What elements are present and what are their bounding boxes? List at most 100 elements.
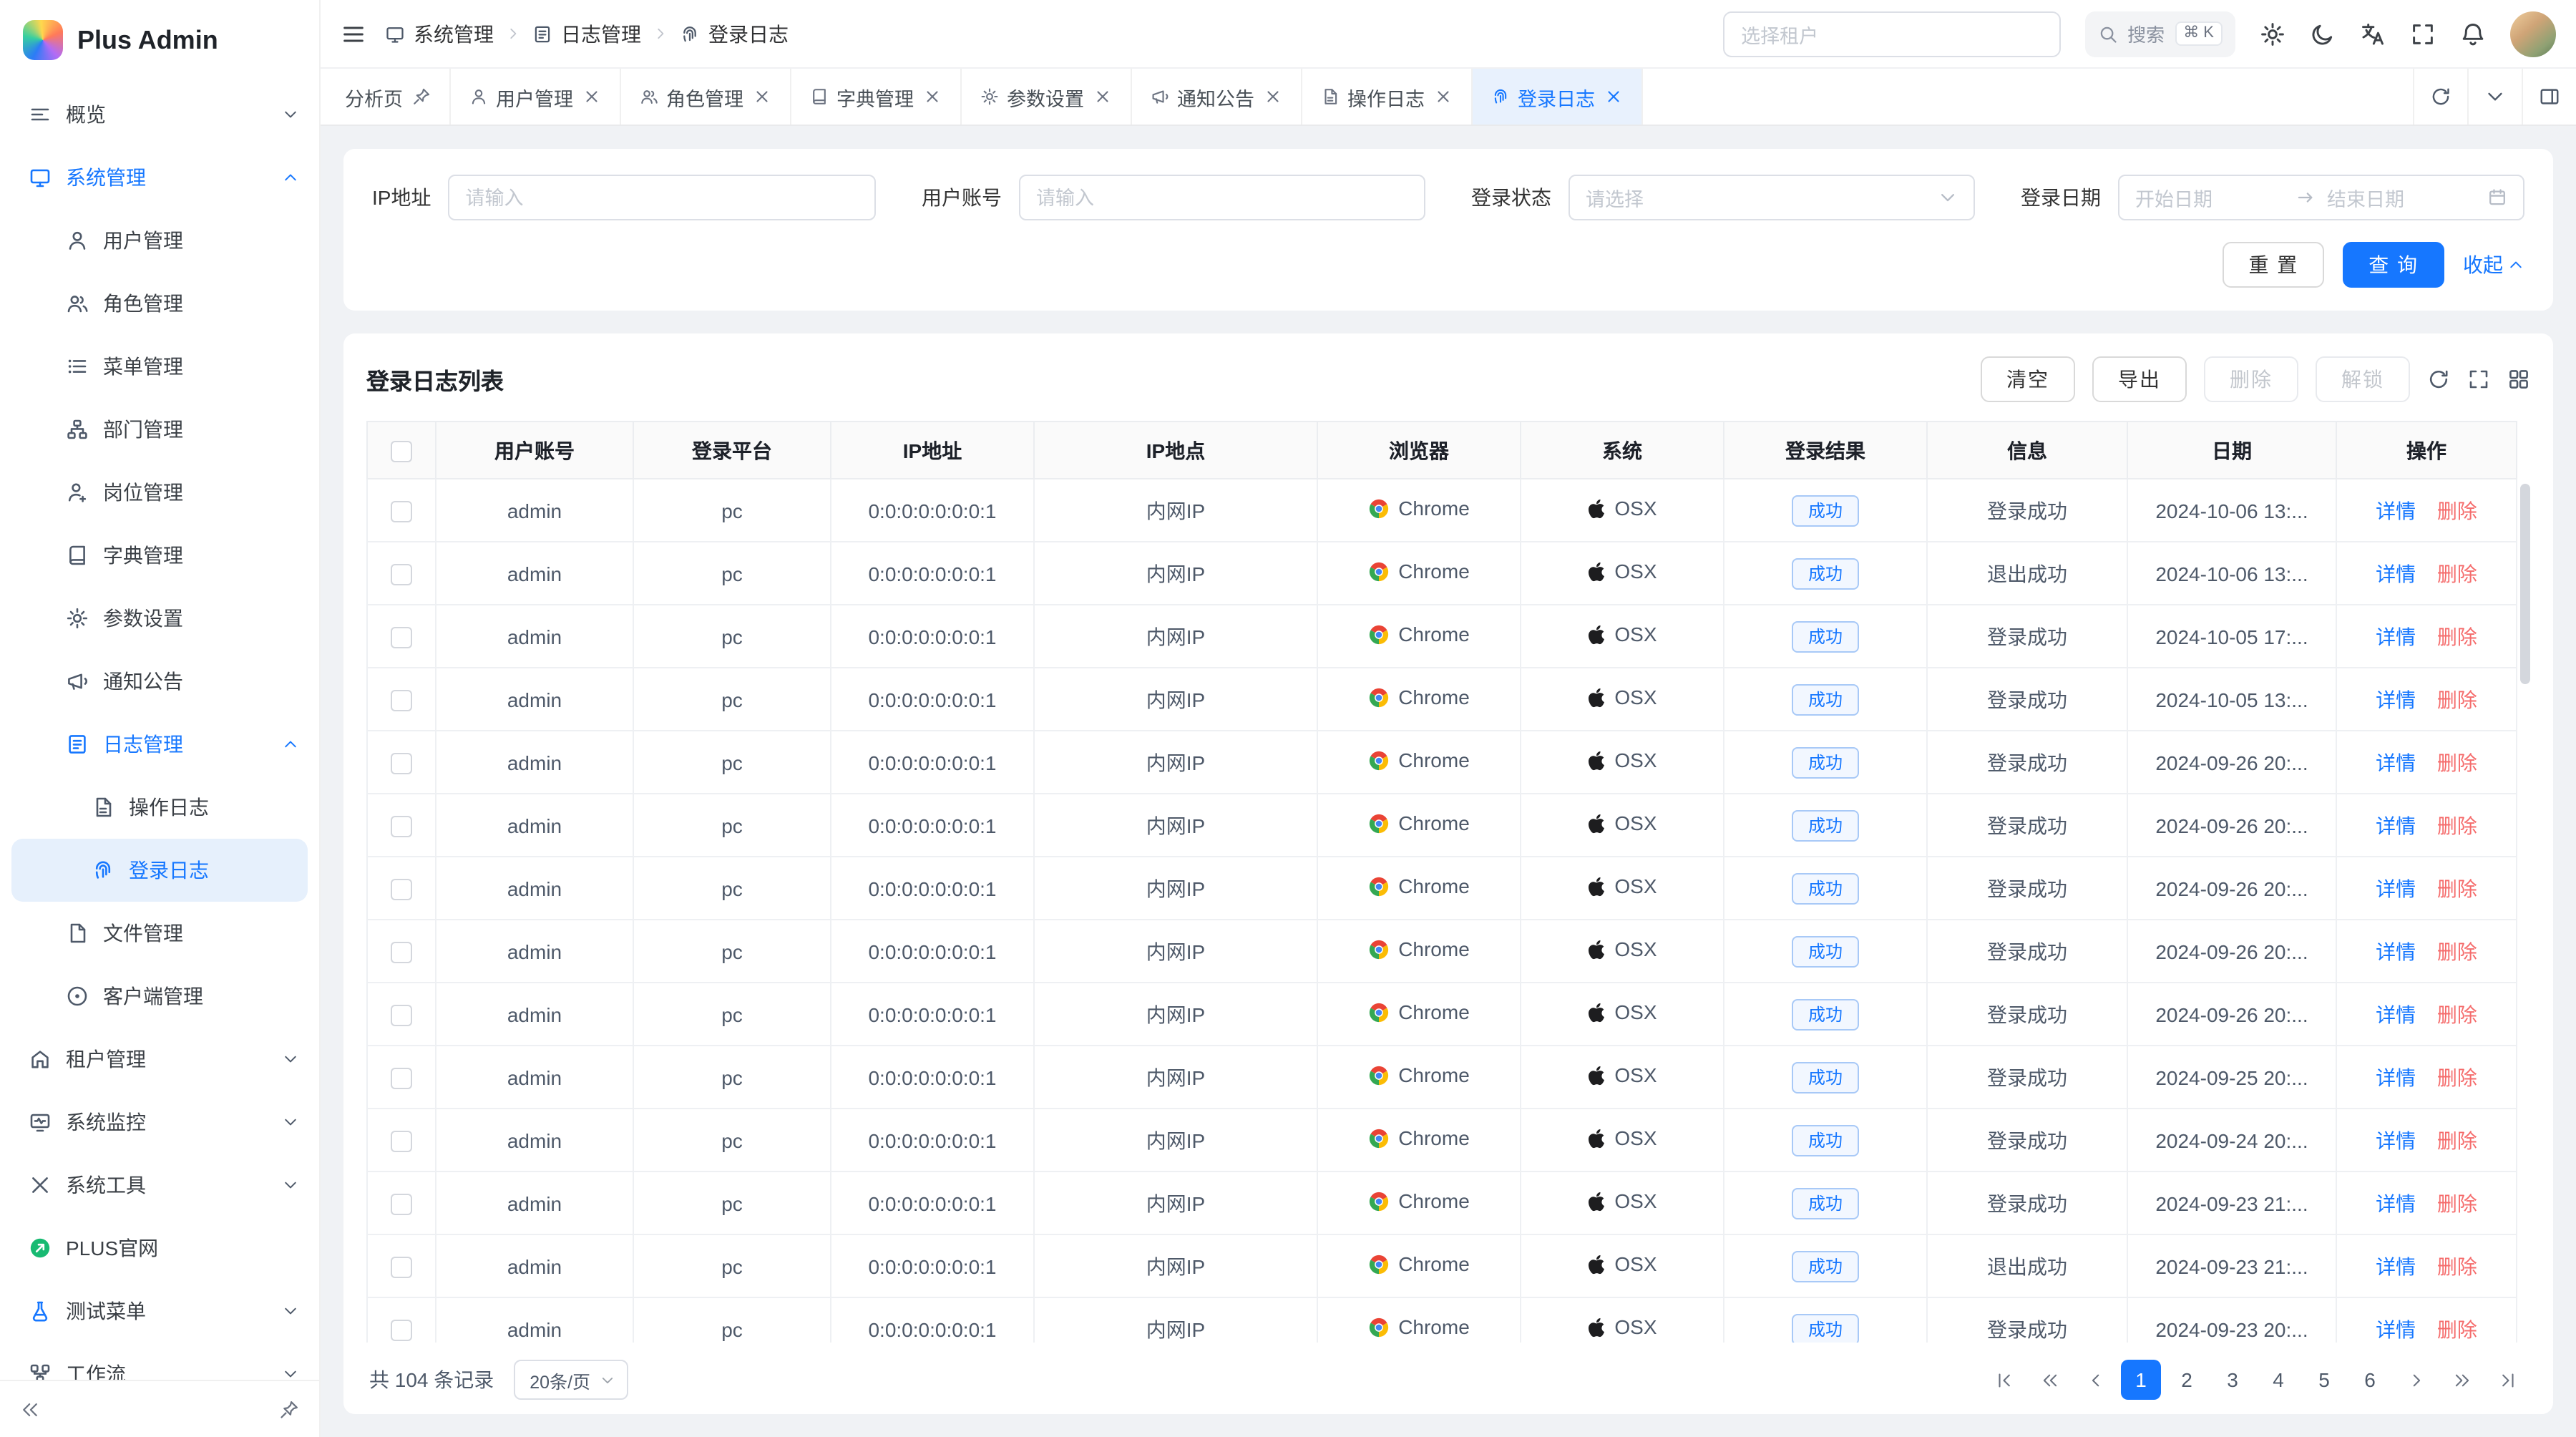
close-icon[interactable] — [1263, 87, 1282, 106]
close-icon[interactable] — [582, 87, 600, 106]
column-header[interactable]: 用户账号 — [436, 422, 633, 479]
sidebar-item[interactable]: 菜单管理 — [0, 335, 319, 398]
detail-link[interactable]: 详情 — [2376, 1003, 2416, 1026]
breadcrumb-item[interactable]: 日志管理 — [532, 19, 641, 48]
next-group-button[interactable] — [2441, 1360, 2482, 1400]
app-logo[interactable]: Plus Admin — [0, 0, 319, 80]
delete-link[interactable]: 删除 — [2437, 814, 2477, 837]
prev-group-button[interactable] — [2029, 1360, 2069, 1400]
breadcrumb-item[interactable]: 系统管理 — [385, 19, 494, 48]
sidebar-item[interactable]: 客户端管理 — [0, 965, 319, 1028]
detail-link[interactable]: 详情 — [2376, 562, 2416, 585]
delete-link[interactable]: 删除 — [2437, 562, 2477, 585]
delete-link[interactable]: 删除 — [2437, 1317, 2477, 1340]
detail-link[interactable]: 详情 — [2376, 625, 2416, 648]
page-5-button[interactable]: 5 — [2304, 1360, 2344, 1400]
row-checkbox[interactable] — [391, 1257, 412, 1278]
column-header[interactable]: 日期 — [2127, 422, 2336, 479]
tab[interactable]: 用户管理 — [450, 69, 620, 125]
sidebar-item[interactable]: 参数设置 — [0, 587, 319, 650]
delete-link[interactable]: 删除 — [2437, 940, 2477, 963]
sidebar-item[interactable]: 文件管理 — [0, 902, 319, 965]
tab[interactable]: 操作日志 — [1302, 69, 1472, 125]
detail-link[interactable]: 详情 — [2376, 940, 2416, 963]
sidebar-item[interactable]: 系统监控 — [0, 1091, 319, 1154]
detail-link[interactable]: 详情 — [2376, 1317, 2416, 1340]
detail-link[interactable]: 详情 — [2376, 688, 2416, 711]
ip-input[interactable] — [448, 175, 876, 220]
page-6-button[interactable]: 6 — [2350, 1360, 2390, 1400]
delete-link[interactable]: 删除 — [2437, 877, 2477, 900]
row-checkbox[interactable] — [391, 690, 412, 711]
sidebar-item[interactable]: 工作流 — [0, 1343, 319, 1380]
sidebar-item[interactable]: 操作日志 — [0, 776, 319, 839]
delete-link[interactable]: 删除 — [2437, 1192, 2477, 1214]
row-checkbox[interactable] — [391, 816, 412, 837]
detail-link[interactable]: 详情 — [2376, 1192, 2416, 1214]
sidebar-item[interactable]: 租户管理 — [0, 1028, 319, 1091]
page-2-button[interactable]: 2 — [2167, 1360, 2207, 1400]
sidebar-item[interactable]: 概览 — [0, 83, 319, 146]
sidebar-item[interactable]: PLUS官网 — [0, 1217, 319, 1280]
column-settings-icon[interactable] — [2507, 368, 2530, 391]
account-input[interactable] — [1019, 175, 1425, 220]
status-select[interactable]: 请选择 — [1568, 175, 1975, 220]
dark-mode-icon[interactable] — [2310, 21, 2336, 47]
row-checkbox[interactable] — [391, 1005, 412, 1026]
next-page-button[interactable] — [2396, 1360, 2436, 1400]
page-1-button[interactable]: 1 — [2121, 1360, 2161, 1400]
row-checkbox[interactable] — [391, 501, 412, 522]
sidebar-item[interactable]: 日志管理 — [0, 713, 319, 776]
last-page-button[interactable] — [2487, 1360, 2527, 1400]
hamburger-icon[interactable] — [341, 21, 366, 47]
page-4-button[interactable]: 4 — [2258, 1360, 2298, 1400]
sidebar-item[interactable]: 系统管理 — [0, 146, 319, 209]
sidebar-item[interactable]: 登录日志 — [11, 839, 308, 902]
refresh-tabs-icon[interactable] — [2413, 69, 2467, 125]
query-button[interactable]: 查 询 — [2343, 242, 2444, 288]
row-checkbox[interactable] — [391, 1068, 412, 1089]
delete-button[interactable]: 删除 — [2204, 356, 2298, 402]
detail-link[interactable]: 详情 — [2376, 1129, 2416, 1151]
reset-button[interactable]: 重 置 — [2223, 242, 2324, 288]
close-icon[interactable] — [1604, 87, 1622, 106]
detail-link[interactable]: 详情 — [2376, 1255, 2416, 1277]
sidebar-item[interactable]: 通知公告 — [0, 650, 319, 713]
table-scrollbar[interactable] — [2520, 484, 2530, 684]
delete-link[interactable]: 删除 — [2437, 1255, 2477, 1277]
breadcrumb-item[interactable]: 登录日志 — [680, 19, 789, 48]
row-checkbox[interactable] — [391, 1131, 412, 1152]
settings-icon[interactable] — [2260, 21, 2285, 47]
notifications-icon[interactable] — [2460, 21, 2486, 47]
row-checkbox[interactable] — [391, 1320, 412, 1341]
delete-link[interactable]: 删除 — [2437, 625, 2477, 648]
refresh-table-icon[interactable] — [2427, 368, 2450, 391]
column-header[interactable]: 登录结果 — [1724, 422, 1927, 479]
tab[interactable]: 字典管理 — [791, 69, 961, 125]
collapse-sidebar-icon[interactable] — [20, 1399, 40, 1419]
row-checkbox[interactable] — [391, 564, 412, 585]
tab[interactable]: 通知公告 — [1131, 69, 1302, 125]
close-icon[interactable] — [922, 87, 941, 106]
detail-link[interactable]: 详情 — [2376, 877, 2416, 900]
sidebar-item[interactable]: 测试菜单 — [0, 1280, 319, 1343]
layout-panel-icon[interactable] — [2522, 69, 2576, 125]
column-header[interactable]: 系统 — [1521, 422, 1724, 479]
detail-link[interactable]: 详情 — [2376, 751, 2416, 774]
row-checkbox[interactable] — [391, 879, 412, 900]
clear-button[interactable]: 清空 — [1981, 356, 2075, 402]
tab-options-chevron-icon[interactable] — [2467, 69, 2522, 125]
prev-page-button[interactable] — [2075, 1360, 2115, 1400]
fullscreen-icon[interactable] — [2410, 21, 2436, 47]
date-range-picker[interactable]: 开始日期 结束日期 — [2118, 175, 2524, 220]
table-fullscreen-icon[interactable] — [2467, 368, 2490, 391]
detail-link[interactable]: 详情 — [2376, 814, 2416, 837]
delete-link[interactable]: 删除 — [2437, 751, 2477, 774]
avatar[interactable] — [2510, 11, 2556, 57]
close-icon[interactable] — [1433, 87, 1452, 106]
sidebar-item[interactable]: 部门管理 — [0, 398, 319, 461]
sidebar-item[interactable]: 字典管理 — [0, 524, 319, 587]
page-size-select[interactable]: 20条/页 — [514, 1360, 628, 1400]
first-page-button[interactable] — [1984, 1360, 2024, 1400]
sidebar-item[interactable]: 用户管理 — [0, 209, 319, 272]
